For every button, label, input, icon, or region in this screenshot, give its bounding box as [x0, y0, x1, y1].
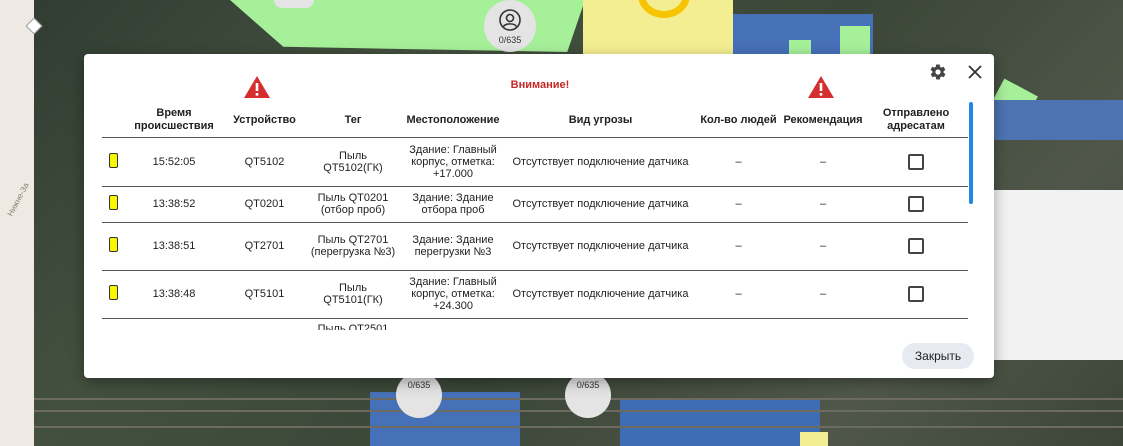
alert-dialog: Внимание! Время происшествия Устройство … — [84, 54, 994, 378]
map-marker-person[interactable]: 0/635 — [484, 0, 536, 52]
threat-cell: Отсутствует подключение датчика — [506, 222, 695, 271]
device-cell: QT0201 — [223, 186, 306, 223]
level-cell — [102, 318, 125, 330]
threat-cell — [506, 318, 695, 330]
people-count-cell: – — [695, 186, 782, 223]
people-count-cell — [695, 318, 782, 330]
close-button[interactable]: Закрыть — [902, 343, 974, 369]
time-cell: 13:38:52 — [125, 186, 223, 223]
location-cell: Здание: Главный корпус, отметка: +24.300 — [400, 270, 506, 319]
close-icon — [968, 65, 982, 79]
device-cell: QT2701 — [223, 222, 306, 271]
warning-triangle-icon — [244, 76, 270, 98]
column-header: Вид угрозы — [506, 104, 695, 138]
map-railway — [34, 426, 1123, 428]
settings-button[interactable] — [927, 61, 949, 83]
people-count-cell: – — [695, 270, 782, 319]
level-indicator — [109, 285, 118, 300]
sent-cell — [864, 270, 968, 319]
map-road-area — [0, 0, 34, 446]
level-cell — [102, 186, 125, 223]
sent-cell — [864, 318, 968, 330]
alerts-table: Время происшествия Устройство Тег Местоп… — [102, 104, 968, 330]
threat-cell: Отсутствует подключение датчика — [506, 270, 695, 319]
level-indicator — [109, 195, 118, 210]
sent-checkbox[interactable] — [908, 153, 924, 170]
recommendation-cell: – — [782, 137, 864, 187]
person-icon — [499, 8, 521, 31]
device-cell: QT5101 — [223, 270, 306, 319]
column-header: Кол-во людей — [695, 104, 782, 138]
gear-icon — [930, 64, 946, 80]
recommendation-cell — [782, 318, 864, 330]
table-row[interactable]: 13:38:48 QT5101 Пыль QT5101(ГК) Здание: … — [102, 270, 968, 319]
map-marker[interactable]: 0/635 — [565, 372, 611, 418]
column-header: Устройство — [223, 104, 306, 138]
table-scrollbar[interactable] — [969, 102, 973, 204]
time-cell: 15:52:05 — [125, 137, 223, 187]
sent-cell — [864, 222, 968, 271]
recommendation-cell: – — [782, 222, 864, 271]
time-cell: 13:38:51 — [125, 222, 223, 271]
threat-cell: Отсутствует подключение датчика — [506, 186, 695, 223]
level-cell — [102, 222, 125, 271]
people-count-cell: – — [695, 137, 782, 187]
table-row[interactable]: Пыль QT2501 — [102, 318, 968, 330]
close-dialog-button[interactable] — [964, 61, 986, 83]
table-row[interactable]: 13:38:51 QT2701 Пыль QT2701 (перегрузка … — [102, 222, 968, 271]
map-green-square[interactable] — [840, 26, 870, 54]
tag-cell: Пыль QT2701 (перегрузка №3) — [306, 222, 400, 271]
map-building-blue — [994, 100, 1123, 140]
table-header-row: Время происшествия Устройство Тег Местоп… — [102, 104, 968, 138]
map-marker-count: 0/635 — [576, 380, 600, 390]
tag-cell: Пыль QT0201 (отбор проб) — [306, 186, 400, 223]
sent-checkbox[interactable] — [908, 196, 924, 212]
tag-cell: Пыль QT5102(ГК) — [306, 137, 400, 187]
location-cell: Здание: Здание перегрузки №3 — [400, 222, 506, 271]
level-cell — [102, 270, 125, 319]
column-header: Рекомендация — [782, 104, 864, 138]
map-white-area — [994, 190, 1123, 360]
table-row[interactable]: 13:38:52 QT0201 Пыль QT0201 (отбор проб)… — [102, 186, 968, 223]
device-cell: QT5102 — [223, 137, 306, 187]
map-marker[interactable]: 0/635 — [396, 372, 442, 418]
column-header: Отправлено адресатам — [864, 104, 968, 138]
device-cell — [223, 318, 306, 330]
map-marker-shape[interactable] — [274, 0, 314, 8]
sent-checkbox[interactable] — [908, 238, 924, 254]
table-row[interactable]: 15:52:05 QT5102 Пыль QT5102(ГК) Здание: … — [102, 137, 968, 187]
sent-cell — [864, 137, 968, 187]
map-building-blue — [370, 392, 520, 446]
sent-cell — [864, 186, 968, 223]
column-header: Тег — [306, 104, 400, 138]
sent-checkbox[interactable] — [908, 286, 924, 302]
column-header: Местоположение — [400, 104, 506, 138]
recommendation-cell: – — [782, 186, 864, 223]
map-marker-count: 0/635 — [407, 380, 431, 390]
people-count-cell: – — [695, 222, 782, 271]
dialog-title: Внимание! — [510, 79, 570, 91]
level-indicator — [109, 237, 118, 252]
alerts-table-container[interactable]: Время происшествия Устройство Тег Местоп… — [102, 104, 968, 330]
location-cell: Здание: Главный корпус, отметка: +17.000 — [400, 137, 506, 187]
location-cell — [400, 318, 506, 330]
threat-cell: Отсутствует подключение датчика — [506, 137, 695, 187]
tag-cell: Пыль QT5101(ГК) — [306, 270, 400, 319]
map-green-square[interactable] — [800, 432, 828, 446]
level-cell — [102, 137, 125, 187]
tag-cell: Пыль QT2501 — [306, 318, 400, 330]
map-green-square[interactable] — [789, 40, 811, 54]
time-cell: 13:38:48 — [125, 270, 223, 319]
warning-triangle-icon — [808, 76, 834, 98]
column-header-level — [102, 104, 125, 138]
map-building-blue — [620, 400, 820, 446]
map-marker-count: 0/635 — [498, 34, 522, 45]
level-indicator — [109, 152, 118, 168]
column-header: Время происшествия — [125, 104, 223, 138]
time-cell — [125, 318, 223, 330]
recommendation-cell: – — [782, 270, 864, 319]
location-cell: Здание: Здание отбора проб — [400, 186, 506, 223]
